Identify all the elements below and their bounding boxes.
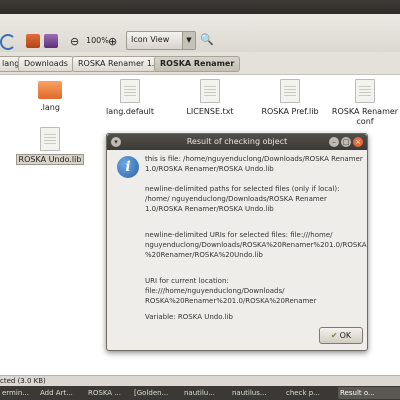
search-icon[interactable]: 🔍 bbox=[200, 33, 214, 46]
file-name: ROSKA Undo.lib bbox=[15, 154, 85, 165]
file-name: ROSKA Renamer conf bbox=[331, 107, 399, 126]
message-paragraph: newline-delimited URIs for selected file… bbox=[145, 231, 367, 259]
folder-icon bbox=[38, 81, 62, 99]
info-icon: i bbox=[117, 156, 139, 178]
result-dialog: ▾ Result of checking object – □ × i this… bbox=[106, 133, 368, 351]
view-mode-label: Icon View bbox=[131, 35, 170, 44]
taskbar-item[interactable]: ROSKA ... bbox=[86, 387, 134, 399]
file-item[interactable]: .lang bbox=[10, 81, 90, 113]
message-paragraph: newline-delimited paths for selected fil… bbox=[145, 185, 340, 213]
breadcrumb-item[interactable]: Downloads bbox=[18, 56, 74, 72]
window-title bbox=[0, 2, 4, 11]
computer-icon[interactable] bbox=[44, 34, 58, 48]
close-icon[interactable]: × bbox=[353, 137, 363, 147]
message-paragraph: Variable: ROSKA Undo.lib bbox=[145, 313, 233, 321]
text-file-icon bbox=[280, 79, 300, 103]
file-item[interactable]: LICENSE.txt bbox=[170, 79, 250, 117]
zoom-out-icon[interactable]: ⊖ bbox=[70, 35, 79, 48]
file-item[interactable]: lang.default bbox=[90, 79, 170, 117]
taskbar-item-active[interactable]: Result o... bbox=[338, 387, 400, 399]
text-file-icon bbox=[200, 79, 220, 103]
file-item[interactable]: ROSKA Renamer conf bbox=[328, 79, 400, 127]
file-item-selected[interactable]: ROSKA Undo.lib bbox=[10, 127, 90, 165]
taskbar-item[interactable]: check p... bbox=[284, 387, 340, 399]
view-mode-select[interactable]: Icon View ▼ bbox=[126, 31, 196, 50]
zoom-in-icon[interactable]: ⊕ bbox=[108, 35, 117, 48]
checkmark-icon: ✔ bbox=[330, 331, 338, 340]
status-text: cted (3.0 KB) bbox=[0, 377, 46, 385]
breadcrumb: lang Downloads ROSKA Renamer 1.0 ROSKA R… bbox=[0, 52, 400, 75]
breadcrumb-item-current[interactable]: ROSKA Renamer bbox=[154, 56, 241, 72]
taskbar-item[interactable]: ermin... bbox=[0, 387, 40, 399]
taskbar-item[interactable]: nautilus... bbox=[230, 387, 286, 399]
text-file-icon bbox=[40, 127, 60, 151]
reload-icon[interactable] bbox=[0, 34, 16, 50]
dialog-title: Result of checking object bbox=[186, 137, 288, 146]
file-name: lang.default bbox=[106, 107, 154, 116]
dialog-titlebar[interactable]: ▾ Result of checking object – □ × bbox=[107, 134, 367, 150]
chevron-down-icon: ▼ bbox=[182, 32, 195, 49]
zoom-level: 100% bbox=[86, 36, 109, 45]
ok-label: OK bbox=[339, 331, 352, 340]
message-paragraph: this is file: /home/nguyenduclong/Downlo… bbox=[145, 155, 363, 173]
taskbar-item[interactable]: Add Art... bbox=[38, 387, 88, 399]
taskbar: ermin... Add Art... ROSKA ... [Golden...… bbox=[0, 386, 400, 400]
file-item[interactable]: ROSKA Pref.lib bbox=[250, 79, 330, 117]
message-paragraph: URI for current location: file:///home/n… bbox=[145, 277, 317, 305]
maximize-icon[interactable]: □ bbox=[341, 137, 351, 147]
menu-icon[interactable]: ▾ bbox=[111, 137, 121, 147]
ok-button[interactable]: ✔ OK bbox=[319, 327, 363, 344]
file-name: .lang bbox=[40, 103, 60, 112]
file-name: LICENSE.txt bbox=[186, 107, 234, 116]
minimize-icon[interactable]: – bbox=[329, 137, 339, 147]
dialog-message: this is file: /home/nguyenduclong/Downlo… bbox=[145, 154, 367, 332]
text-file-icon bbox=[355, 79, 375, 103]
text-file-icon bbox=[120, 79, 140, 103]
breadcrumb-item[interactable]: ROSKA Renamer 1.0 bbox=[72, 56, 166, 72]
home-icon[interactable] bbox=[26, 34, 40, 48]
taskbar-item[interactable]: [Golden... bbox=[132, 387, 184, 399]
file-name: ROSKA Pref.lib bbox=[261, 107, 319, 116]
taskbar-item[interactable]: nautilu... bbox=[182, 387, 232, 399]
window-titlebar bbox=[0, 0, 400, 14]
